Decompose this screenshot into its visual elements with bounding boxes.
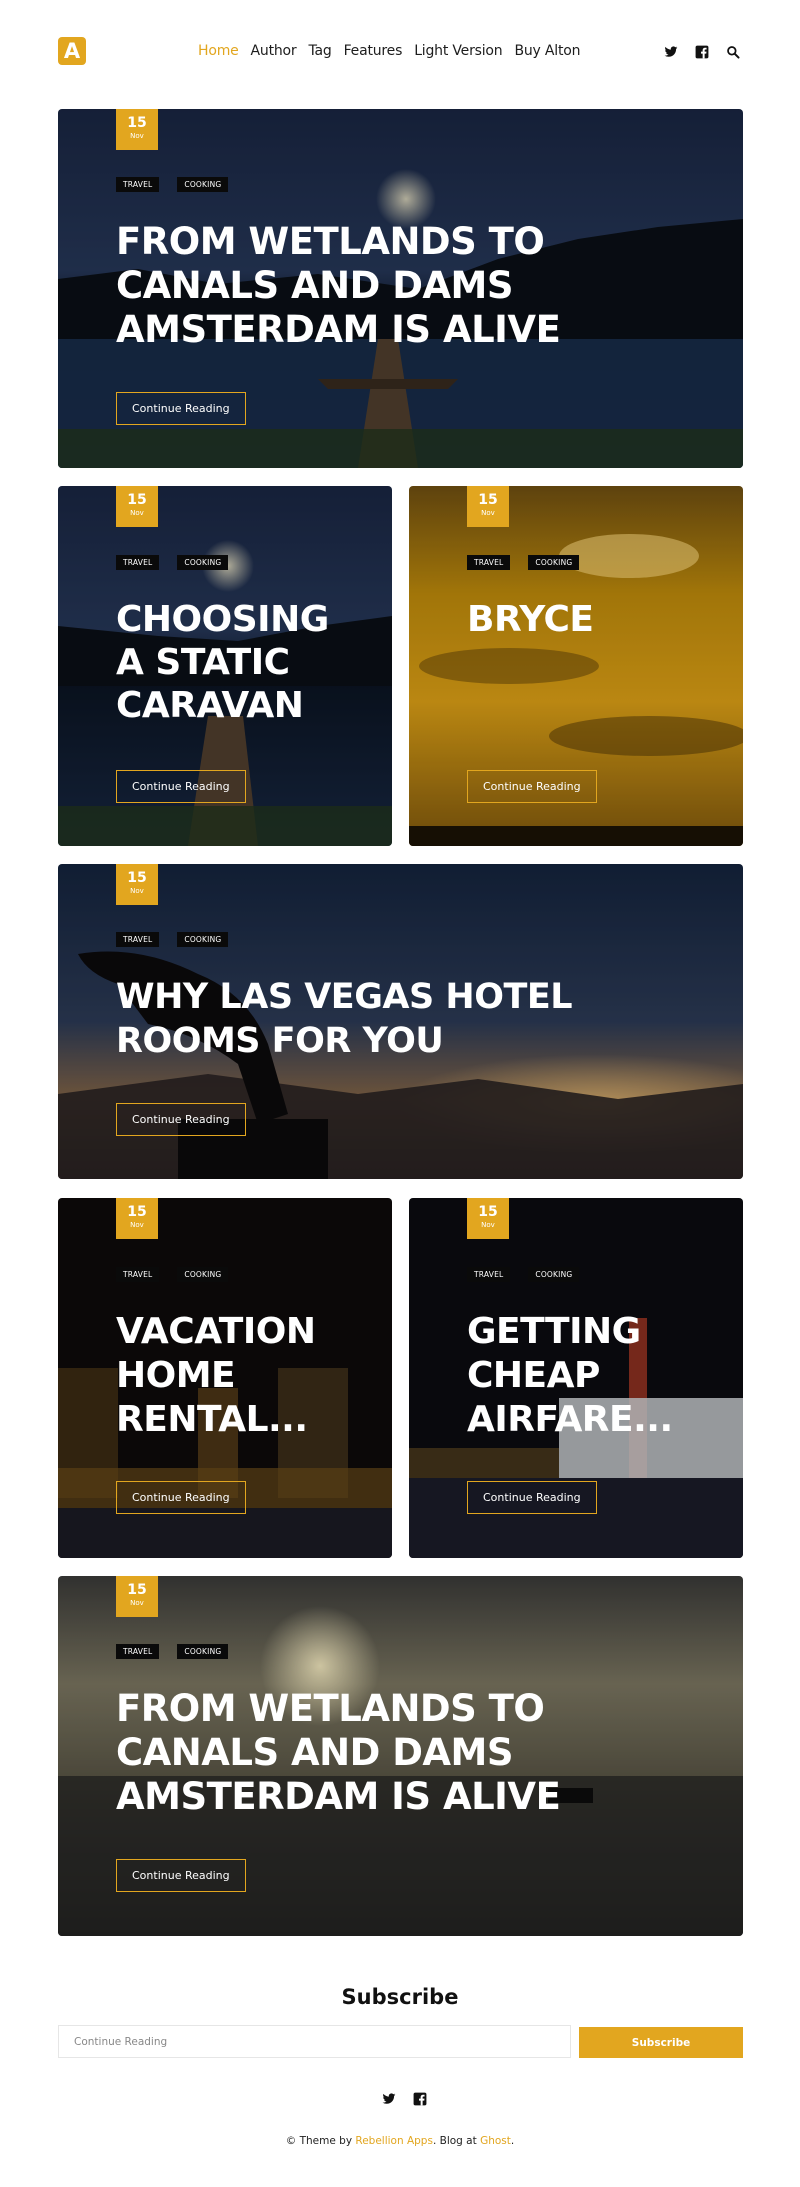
post-tags: TRAVEL COOKING	[116, 555, 229, 570]
nav-item-author[interactable]: Author	[251, 43, 297, 59]
date-badge: 15 Nov	[116, 864, 158, 905]
post-title[interactable]: BRYCE	[467, 598, 594, 641]
tag-cooking[interactable]: COOKING	[177, 1267, 229, 1282]
nav-item-tag[interactable]: Tag	[308, 43, 331, 59]
tag-cooking[interactable]: COOKING	[177, 177, 229, 192]
post-tags: TRAVEL COOKING	[467, 1267, 580, 1282]
tag-cooking[interactable]: COOKING	[528, 1267, 580, 1282]
ghost-link[interactable]: Ghost	[480, 2135, 511, 2147]
nav-item-buy-alton[interactable]: Buy Alton	[514, 43, 580, 59]
twitter-icon[interactable]	[664, 44, 678, 58]
continue-reading-button[interactable]: Continue Reading	[467, 1481, 597, 1514]
post-card[interactable]: 15 Nov TRAVEL COOKING GETTING CHEAP AIRFARE…	[409, 1198, 743, 1558]
tag-travel[interactable]: TRAVEL	[116, 1267, 160, 1282]
continue-reading-button[interactable]: Continue Reading	[116, 1859, 246, 1892]
date-badge: 15 Nov	[116, 109, 158, 150]
tag-cooking[interactable]: COOKING	[528, 555, 580, 570]
facebook-icon[interactable]	[695, 44, 709, 59]
tag-travel[interactable]: TRAVEL	[467, 1267, 511, 1282]
tag-travel[interactable]: TRAVEL	[116, 1644, 160, 1659]
site-header: A Home Author Tag Features Light Version…	[0, 0, 800, 104]
post-card[interactable]: 15 Nov TRAVEL COOKING VACATION HOME RENTAL.…	[58, 1198, 392, 1558]
continue-reading-button[interactable]: Continue Reading	[116, 1481, 246, 1514]
post-title[interactable]: FROM WETLANDS TO CANALS AND DAMS AMSTERDAM…	[116, 1687, 561, 1819]
post-tags: TRAVEL COOKING	[116, 1644, 229, 1659]
date-badge: 15 Nov	[116, 486, 158, 527]
date-badge: 15 Nov	[467, 1198, 509, 1239]
nav-item-light-version[interactable]: Light Version	[414, 43, 502, 59]
continue-reading-button[interactable]: Continue Reading	[116, 1103, 246, 1136]
post-title[interactable]: CHOOSING A STATIC CARAVAN	[116, 598, 329, 727]
post-title[interactable]: FROM WETLANDS TO CANALS AND DAMS AMSTERDAM…	[116, 220, 561, 352]
date-badge: 15 Nov	[467, 486, 509, 527]
continue-reading-button[interactable]: Continue Reading	[116, 392, 246, 425]
main-nav: Home Author Tag Features Light Version B…	[198, 43, 580, 59]
post-card[interactable]: 15 Nov TRAVEL COOKING BRYCE Continue Read…	[409, 486, 743, 846]
post-card[interactable]: 15 Nov TRAVEL COOKING FROM WETLANDS TO CAN…	[58, 1576, 743, 1936]
post-card[interactable]: 15 Nov TRAVEL COOKING WHY LAS VEGAS HOTEL…	[58, 864, 743, 1179]
twitter-icon[interactable]	[382, 2091, 396, 2105]
post-tags: TRAVEL COOKING	[116, 932, 229, 947]
tag-travel[interactable]: TRAVEL	[116, 555, 160, 570]
post-tags: TRAVEL COOKING	[116, 1267, 229, 1282]
nav-item-home[interactable]: Home	[198, 43, 239, 59]
site-logo[interactable]: A	[58, 37, 86, 65]
post-title[interactable]: VACATION HOME RENTAL...	[116, 1310, 316, 1442]
post-card[interactable]: 15 Nov TRAVEL COOKING FROM WETLANDS TO CAN…	[58, 109, 743, 468]
continue-reading-button[interactable]: Continue Reading	[467, 770, 597, 803]
tag-cooking[interactable]: COOKING	[177, 555, 229, 570]
date-badge: 15 Nov	[116, 1576, 158, 1617]
nav-item-features[interactable]: Features	[344, 43, 403, 59]
tag-cooking[interactable]: COOKING	[177, 1644, 229, 1659]
subscribe-button[interactable]: Subscribe	[579, 2027, 743, 2058]
facebook-icon[interactable]	[413, 2091, 427, 2106]
continue-reading-button[interactable]: Continue Reading	[116, 770, 246, 803]
footer-social-icons	[382, 2091, 427, 2106]
footer-credit: © Theme by Rebellion Apps. Blog at Ghost…	[285, 2135, 515, 2147]
tag-travel[interactable]: TRAVEL	[116, 177, 160, 192]
post-title[interactable]: WHY LAS VEGAS HOTEL ROOMS FOR YOU	[116, 975, 573, 1063]
subscribe-email-input[interactable]	[58, 2025, 571, 2058]
post-tags: TRAVEL COOKING	[116, 177, 229, 192]
post-card[interactable]: 15 Nov TRAVEL COOKING CHOOSING A STATIC CAR…	[58, 486, 392, 846]
tag-cooking[interactable]: COOKING	[177, 932, 229, 947]
date-badge: 15 Nov	[116, 1198, 158, 1239]
search-icon[interactable]	[726, 44, 740, 59]
subscribe-heading: Subscribe	[341, 1985, 459, 2009]
tag-travel[interactable]: TRAVEL	[116, 932, 160, 947]
post-tags: TRAVEL COOKING	[467, 555, 580, 570]
theme-author-link[interactable]: Rebellion Apps	[355, 2135, 433, 2147]
tag-travel[interactable]: TRAVEL	[467, 555, 511, 570]
post-title[interactable]: GETTING CHEAP AIRFARE...	[467, 1310, 673, 1442]
header-icons	[664, 44, 740, 59]
